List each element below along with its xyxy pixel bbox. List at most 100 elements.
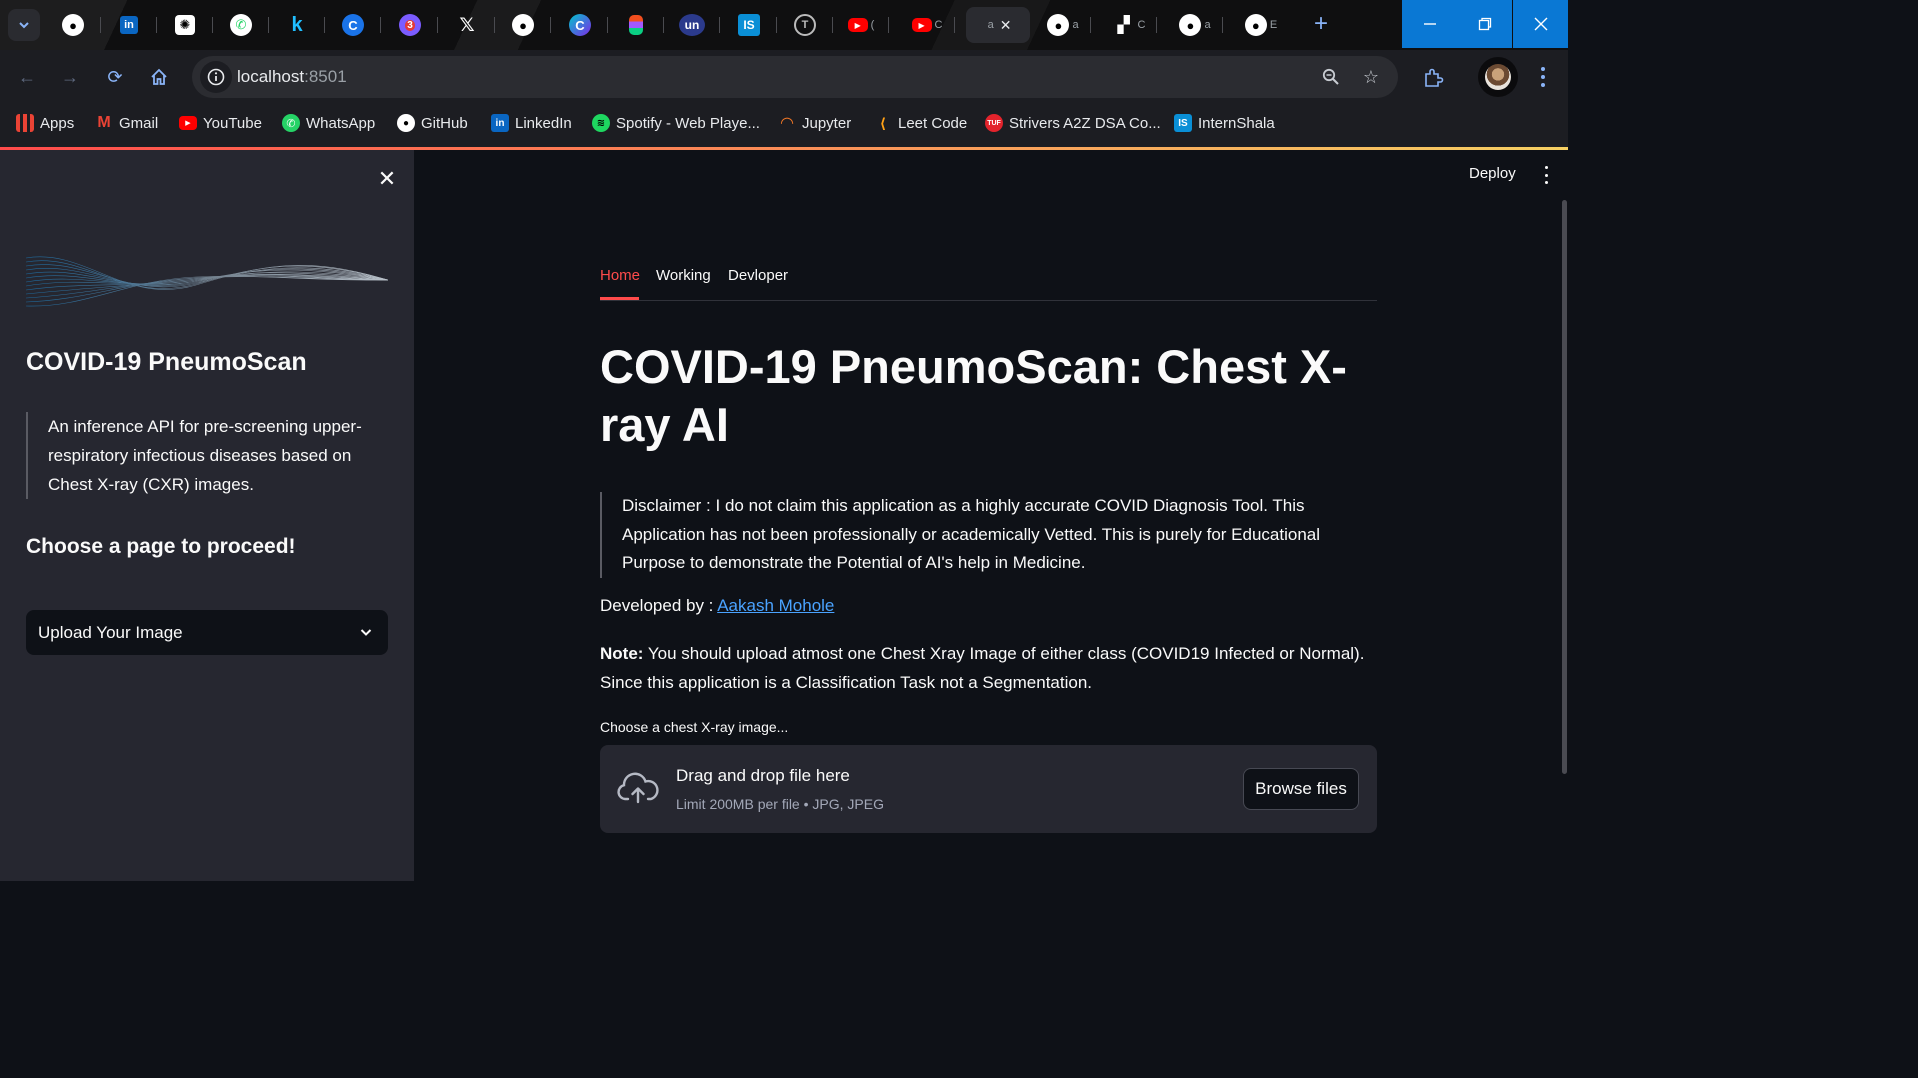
bookmark-apps[interactable]: Apps [16,112,74,134]
bookmark-star-icon[interactable]: ☆ [1360,66,1382,88]
home-button[interactable] [144,62,174,92]
page-select-value: Upload Your Image [38,622,183,642]
tab-home[interactable]: Home [600,267,640,284]
tab-working[interactable]: Working [656,267,711,284]
bookmark-whatsapp[interactable]: ✆ WhatsApp [282,112,375,134]
developed-by: Developed by : Aakash Mohole [600,596,834,616]
tab-developer[interactable]: Devloper [728,267,788,284]
browser-tab[interactable]: k [270,7,325,43]
profile-avatar[interactable] [1478,57,1518,97]
figma-icon [629,15,643,35]
sidebar-title: COVID-19 PneumoScan [26,348,307,376]
bookmark-spotify[interactable]: ≋ Spotify - Web Playe... [592,112,760,134]
wave-animation-image [26,256,388,307]
note-text: Note: You should upload atmost one Chest… [600,640,1377,697]
new-tab-button[interactable]: + [1306,9,1336,39]
browser-tab-active[interactable]: a ✕ [966,7,1030,43]
browser-tab[interactable]: ● [46,7,101,43]
dropzone-title: Drag and drop file here [676,766,850,785]
jupyter-icon: ◠ [780,115,794,132]
info-icon [207,68,225,86]
bookmark-jupyter[interactable]: ◠ Jupyter [778,112,851,134]
developed-by-label: Developed by : [600,596,718,615]
home-icon [151,68,167,85]
browser-tab[interactable]: 3 [383,7,438,43]
page-select[interactable]: Upload Your Image [26,610,388,655]
close-icon [1534,17,1547,31]
leetcode-icon: ⟨ [879,114,887,131]
close-tab-icon[interactable]: ✕ [1000,17,1012,34]
main-menu-button[interactable] [1541,166,1551,184]
note-body: You should upload atmost one Chest Xray … [600,644,1365,692]
browser-tab[interactable]: ▞ C [1102,7,1157,43]
blank-icon: a [987,19,994,31]
browser-tab[interactable]: in [102,7,157,43]
deploy-button[interactable]: Deploy [1469,165,1516,182]
scrollbar[interactable] [1562,200,1567,774]
kaggle-icon: k [291,13,303,36]
sidebar-description: An inference API for pre-screening upper… [26,412,392,499]
browser-tab[interactable]: ● a [1036,7,1091,43]
browser-tab[interactable]: ● a [1168,7,1223,43]
developer-link[interactable]: Aakash Mohole [717,596,834,615]
cloud-upload-icon [617,772,659,804]
restore-button[interactable] [1457,0,1512,48]
minimize-icon [1423,23,1436,25]
gmail-icon: M [97,114,111,131]
file-dropzone[interactable]: Drag and drop file here Limit 200MB per … [600,745,1377,833]
browser-tab[interactable]: ▶( [834,7,889,43]
bookmark-gmail[interactable]: M Gmail [95,112,158,134]
tab-search-button[interactable] [8,9,40,41]
browser-tab[interactable]: ▶ C [900,7,955,43]
browser-tab[interactable]: C [553,7,608,43]
browser-menu-button[interactable] [1534,65,1552,89]
whatsapp-icon: ✆ [282,114,300,132]
sidebar: ✕ COVID-19 PneumoScan An inference API f… [0,150,414,881]
chevron-down-icon [19,22,29,29]
bookmark-github[interactable]: ● GitHub [397,112,468,134]
close-sidebar-button[interactable]: ✕ [376,166,398,191]
chevron-down-icon [358,624,374,640]
address-bar[interactable]: localhost:8501 ☆ [192,56,1398,98]
browser-tab[interactable]: T [778,7,833,43]
bookmark-strivers[interactable]: TUF Strivers A2Z DSA Co... [985,112,1161,134]
close-window-button[interactable] [1513,0,1568,48]
tuf-icon: TUF [985,114,1003,132]
extensions-icon[interactable] [1420,65,1446,91]
zoom-icon[interactable] [1320,66,1342,88]
reload-button[interactable]: ⟳ [100,62,130,92]
back-button[interactable]: ← [12,62,42,92]
github-icon: ● [1047,14,1070,36]
github-icon: ● [512,14,534,36]
browser-toolbar: ← → ⟳ localhost:8501 ☆ [0,50,1568,104]
spotify-icon: ≋ [592,114,610,132]
youtube-icon: ▶ [911,18,932,32]
site-info-button[interactable] [200,61,232,93]
url-text[interactable]: localhost:8501 [237,67,347,87]
arrow-left-icon: ← [18,66,36,87]
linkedin-icon: in [491,114,509,132]
whatsapp-icon: ✆ [230,14,252,36]
browser-tab[interactable]: ● E [1234,7,1288,43]
browser-tab[interactable] [609,7,664,43]
browser-tab[interactable]: ✺ [158,7,213,43]
browse-files-button[interactable]: Browse files [1243,768,1359,810]
sidebar-prompt: Choose a page to proceed! [26,535,296,558]
browser-tab[interactable]: 𝕏 [440,7,495,43]
disclaimer-text: Disclaimer : I do not claim this applica… [600,492,1377,578]
bookmark-internshala[interactable]: IS InternShala [1174,112,1275,134]
browser-tab[interactable]: ✆ [214,7,269,43]
browser-tab[interactable]: C [326,7,381,43]
bookmark-youtube[interactable]: ▶ YouTube [179,112,262,134]
reload-icon: ⟳ [107,66,123,87]
minimize-button[interactable] [1402,0,1457,48]
browser-tab[interactable]: un [665,7,720,43]
uploader-label: Choose a chest X-ray image... [600,719,789,735]
avatar [1485,64,1511,90]
browser-tab[interactable]: IS [722,7,777,43]
tab-bar: Home Working Devloper [600,256,1377,301]
bookmark-linkedin[interactable]: in LinkedIn [491,112,572,134]
forward-button[interactable]: → [55,62,85,92]
browser-tab[interactable]: ● [496,7,551,43]
bookmark-leetcode[interactable]: ⟨ Leet Code [874,112,967,134]
